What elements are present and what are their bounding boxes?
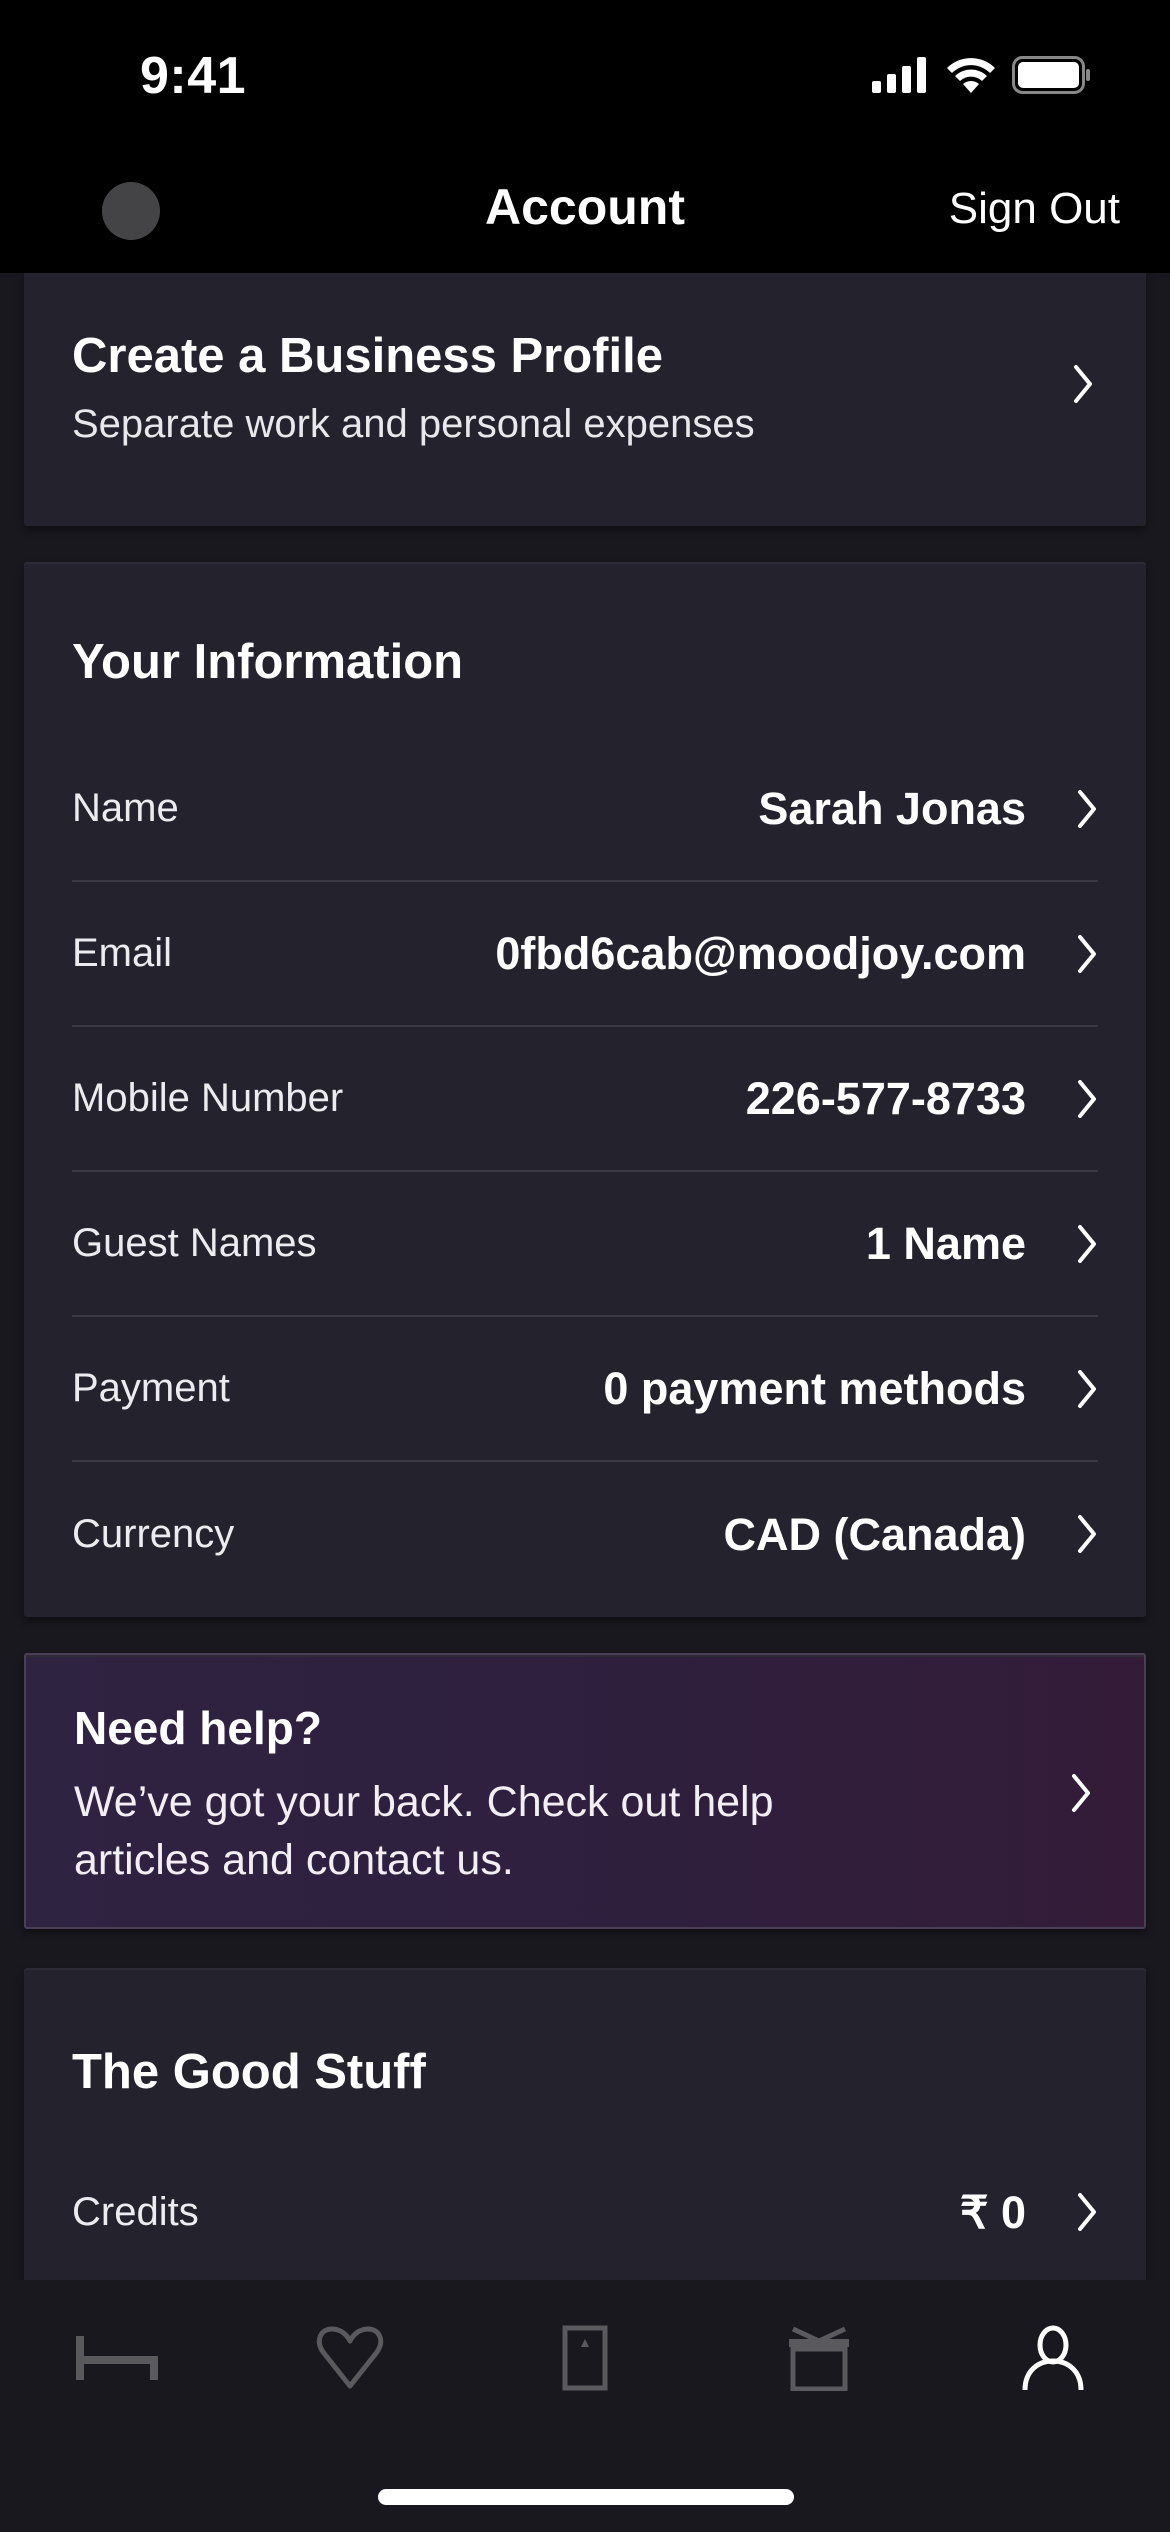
row-label: Name: [72, 786, 179, 830]
business-profile-card[interactable]: Create a Business Profile Separate work …: [24, 268, 1146, 526]
chevron-right-icon: [1076, 934, 1098, 974]
chevron-right-icon: [1076, 1224, 1098, 1264]
business-profile-title: Create a Business Profile: [72, 329, 663, 383]
info-row-currency[interactable]: Currency CAD (Canada): [72, 1462, 1098, 1607]
chevron-right-icon: [1070, 1773, 1092, 1813]
info-row-guest-names[interactable]: Guest Names 1 Name: [72, 1172, 1098, 1317]
bed-icon: [74, 2335, 160, 2385]
wifi-icon: [946, 57, 996, 98]
tab-bookings[interactable]: [530, 2320, 640, 2400]
row-label: Payment: [72, 1366, 230, 1410]
row-value: 0 payment methods: [603, 1362, 1026, 1414]
tab-favorites[interactable]: [295, 2320, 405, 2400]
info-row-mobile-number[interactable]: Mobile Number 226-577-8733: [72, 1027, 1098, 1172]
good-stuff-row-credits[interactable]: Credits ₹ 0: [72, 2140, 1098, 2285]
chevron-right-icon: [1076, 2192, 1098, 2232]
heart-icon: [315, 2326, 385, 2395]
phone-icon: [562, 2325, 608, 2396]
tab-account[interactable]: [998, 2320, 1108, 2400]
row-label: Mobile Number: [72, 1076, 344, 1120]
row-value: ₹ 0: [959, 2187, 1026, 2238]
business-profile-subtitle: Separate work and personal expenses: [72, 402, 755, 446]
good-stuff-card: The Good Stuff Credits ₹ 0: [24, 1968, 1146, 2308]
signal-icon: [872, 57, 930, 98]
row-label: Currency: [72, 1512, 235, 1556]
tab-gifts[interactable]: [764, 2320, 874, 2400]
help-subtitle: We’ve got your back. Check out help arti…: [74, 1778, 774, 1884]
section-title: Your Information: [72, 635, 464, 689]
chevron-right-icon: [1076, 1514, 1098, 1554]
tab-stays[interactable]: [62, 2320, 172, 2400]
info-row-name[interactable]: Name Sarah Jonas: [72, 737, 1098, 882]
row-label: Credits: [72, 2190, 199, 2234]
row-value: Sarah Jonas: [758, 782, 1026, 834]
chevron-right-icon: [1076, 789, 1098, 829]
chevron-right-icon: [1072, 364, 1094, 404]
help-title: Need help?: [74, 1702, 322, 1754]
info-row-email[interactable]: Email 0fbd6cab@moodjoy.com: [72, 882, 1098, 1027]
row-value: 0fbd6cab@moodjoy.com: [495, 927, 1026, 979]
info-row-payment[interactable]: Payment 0 payment methods: [72, 1317, 1098, 1462]
person-icon: [1020, 2325, 1086, 2396]
row-value: 1 Name: [865, 1217, 1026, 1269]
sign-out-button[interactable]: Sign Out: [949, 184, 1120, 234]
chevron-right-icon: [1076, 1369, 1098, 1409]
row-label: Email: [72, 931, 173, 975]
gift-icon: [787, 2325, 851, 2396]
need-help-card[interactable]: Need help? We’ve got your back. Check ou…: [24, 1653, 1146, 1929]
row-label: Guest Names: [72, 1221, 317, 1265]
status-time: 9:41: [140, 47, 247, 105]
your-information-card: Your Information Name Sarah Jonas Email …: [24, 562, 1146, 1617]
row-value: CAD (Canada): [723, 1508, 1026, 1560]
row-value: 226-577-8733: [745, 1072, 1026, 1124]
section-title: The Good Stuff: [72, 2045, 426, 2099]
header: 9:41 Account Sign Out: [0, 0, 1170, 273]
battery-icon: [1012, 56, 1092, 99]
chevron-right-icon: [1076, 1079, 1098, 1119]
home-indicator[interactable]: [378, 2489, 794, 2505]
status-icons: [872, 56, 1092, 99]
